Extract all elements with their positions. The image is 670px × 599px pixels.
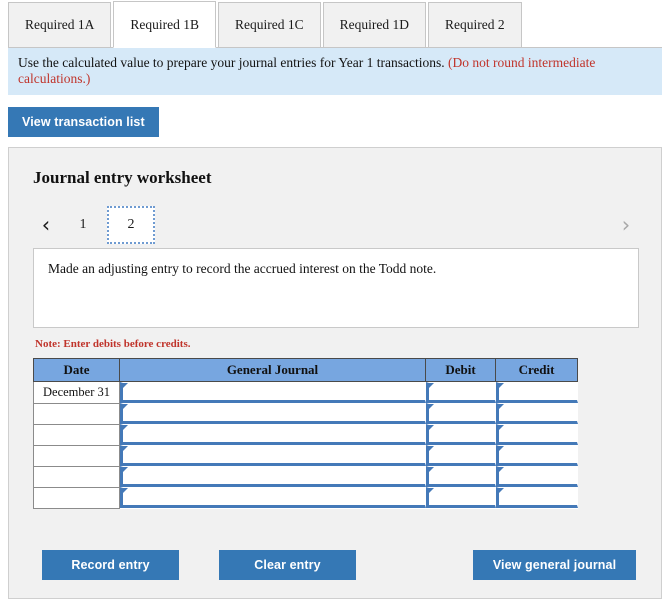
general-journal-cell[interactable] [119, 403, 426, 425]
credit-input[interactable] [495, 466, 578, 488]
debit-input[interactable] [425, 487, 496, 509]
column-header-general-journal: General Journal [119, 358, 426, 383]
tab-required-1b[interactable]: Required 1B [113, 1, 216, 48]
instruction-banner: Use the calculated value to prepare your… [8, 48, 662, 96]
column-header-credit: Credit [495, 358, 578, 383]
credit-input[interactable] [495, 445, 578, 467]
credit-cell[interactable] [495, 403, 578, 425]
column-header-date: Date [33, 358, 120, 383]
debit-cell[interactable] [425, 466, 496, 488]
credit-cell[interactable] [495, 381, 578, 404]
general-journal-input[interactable] [120, 487, 426, 509]
debit-input[interactable] [425, 466, 496, 488]
debit-cell[interactable] [425, 487, 496, 509]
general-journal-input[interactable] [120, 445, 426, 467]
credit-cell[interactable] [495, 487, 578, 509]
debit-cell[interactable] [425, 403, 496, 425]
pager-page-2[interactable]: 2 [107, 206, 155, 245]
tab-required-1a[interactable]: Required 1A [8, 2, 112, 48]
transaction-description: Made an adjusting entry to record the ac… [33, 248, 639, 329]
chevron-right-icon[interactable]: › [613, 214, 639, 236]
table-row [33, 465, 578, 488]
toolbar: View transaction list [0, 95, 670, 147]
date-cell[interactable] [33, 486, 120, 509]
table-row: December 31 [33, 381, 578, 404]
debit-input[interactable] [425, 445, 496, 467]
record-entry-button[interactable]: Record entry [42, 550, 179, 581]
debits-before-credits-note: Note: Enter debits before credits. [35, 338, 191, 351]
credit-cell[interactable] [495, 424, 578, 446]
credit-input[interactable] [495, 487, 578, 509]
date-cell[interactable] [33, 465, 120, 488]
credit-cell[interactable] [495, 445, 578, 467]
tab-required-1d[interactable]: Required 1D [322, 2, 426, 48]
tab-label: Required 1A [25, 17, 95, 32]
tab-required-2[interactable]: Required 2 [427, 2, 522, 48]
date-cell[interactable] [33, 402, 120, 425]
general-journal-cell[interactable] [119, 466, 426, 488]
table-row [33, 402, 578, 425]
debit-input[interactable] [425, 403, 496, 425]
credit-cell[interactable] [495, 466, 578, 488]
page-title: Journal entry worksheet [33, 168, 212, 188]
tab-label: Required 2 [444, 17, 505, 32]
date-cell[interactable] [33, 444, 120, 467]
table-header-row: Date General Journal Debit Credit [33, 358, 578, 383]
credit-input[interactable] [495, 403, 578, 425]
worksheet-pager: ‹ 1 2 › [33, 206, 639, 245]
column-header-debit: Debit [425, 358, 496, 383]
date-cell[interactable] [33, 423, 120, 446]
tab-label: Required 1D [339, 17, 409, 32]
debit-cell[interactable] [425, 424, 496, 446]
general-journal-cell[interactable] [119, 487, 426, 509]
general-journal-input[interactable] [120, 466, 426, 488]
footer-actions: Record entry Clear entry View general jo… [33, 550, 639, 581]
chevron-left-icon[interactable]: ‹ [33, 214, 59, 236]
journal-entry-panel: Journal entry worksheet ‹ 1 2 › Made an … [8, 147, 662, 599]
clear-entry-button[interactable]: Clear entry [219, 550, 356, 581]
table-row [33, 486, 578, 509]
debit-cell[interactable] [425, 381, 496, 404]
tab-required-1c[interactable]: Required 1C [217, 2, 321, 48]
debit-input[interactable] [425, 382, 496, 404]
general-journal-input[interactable] [120, 403, 426, 425]
general-journal-cell[interactable] [119, 445, 426, 467]
journal-entry-table: Date General Journal Debit Credit Decemb… [33, 358, 578, 509]
view-transaction-list-button[interactable]: View transaction list [8, 107, 159, 138]
view-general-journal-button[interactable]: View general journal [473, 550, 636, 581]
general-journal-cell[interactable] [119, 381, 426, 404]
pager-page-1[interactable]: 1 [59, 206, 107, 244]
credit-input[interactable] [495, 424, 578, 446]
debit-cell[interactable] [425, 445, 496, 467]
general-journal-cell[interactable] [119, 424, 426, 446]
instruction-text: Use the calculated value to prepare your… [18, 55, 448, 70]
tab-label: Required 1C [234, 17, 304, 32]
credit-input[interactable] [495, 382, 578, 404]
debit-input[interactable] [425, 424, 496, 446]
general-journal-input[interactable] [120, 424, 426, 446]
tab-label: Required 1B [130, 16, 199, 32]
table-row [33, 423, 578, 446]
date-cell[interactable]: December 31 [33, 381, 120, 404]
tab-strip: Required 1A Required 1B Required 1C Requ… [0, 0, 670, 48]
table-row [33, 444, 578, 467]
general-journal-input[interactable] [120, 382, 426, 404]
